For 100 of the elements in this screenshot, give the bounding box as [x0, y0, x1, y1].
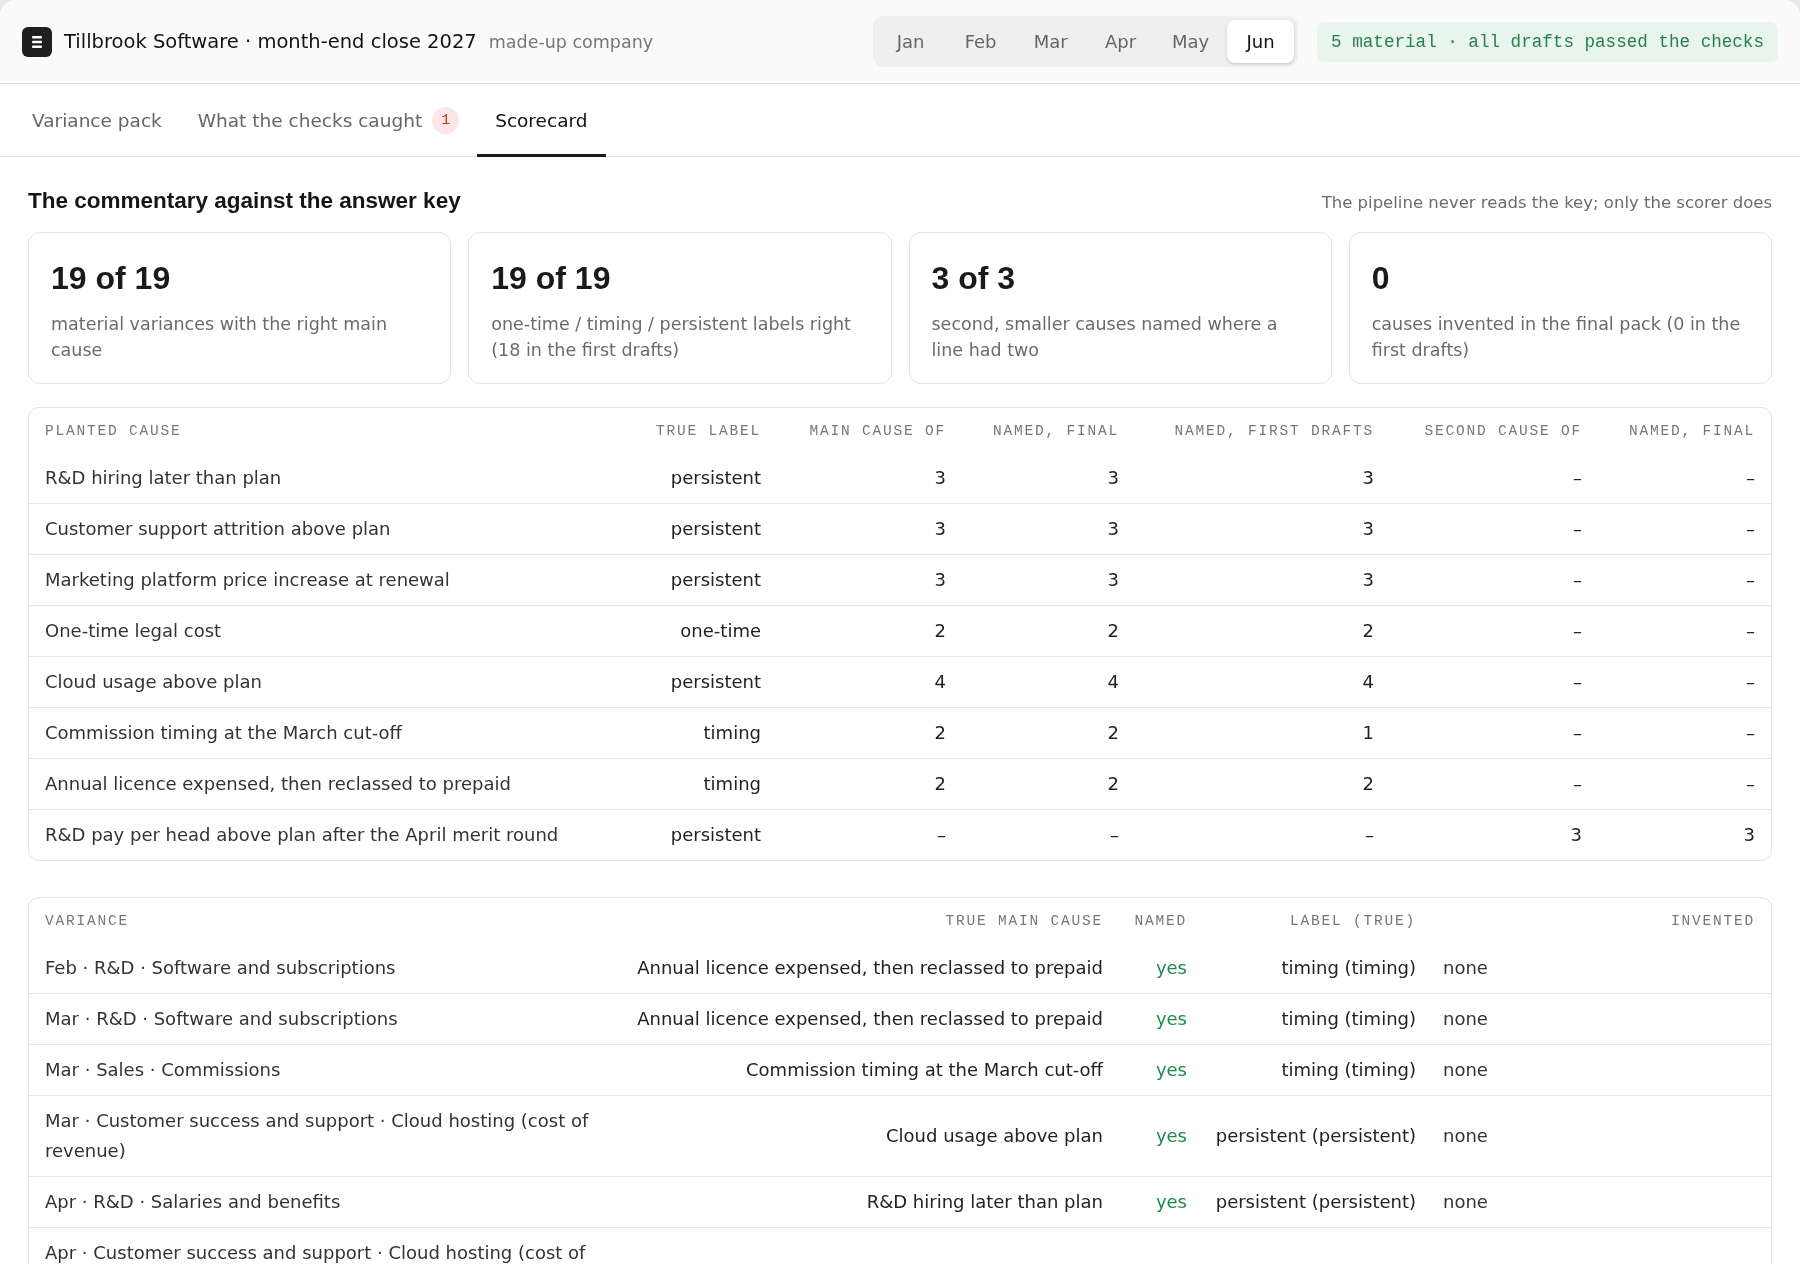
month-tab[interactable]: May: [1157, 20, 1225, 63]
column-header: NAMED: [1134, 912, 1187, 929]
table-cell-text: 2: [1107, 772, 1119, 796]
table-cell-text: 3: [1362, 517, 1374, 541]
table-cell-text: Cloud usage above plan: [45, 670, 263, 694]
table-cell-text: –: [1746, 772, 1755, 796]
table-cell-text: 4: [1107, 670, 1119, 694]
table-cell-text: 2: [934, 721, 946, 745]
tab[interactable]: What the checks caught 1: [179, 84, 478, 157]
score-caption: causes invented in the final pack (0 in the first drafts): [1371, 313, 1742, 362]
table-cell-text: 2: [934, 772, 946, 796]
column-header: NAMED, FINAL: [992, 422, 1119, 439]
score-value: 0: [1371, 259, 1391, 297]
score-value: 3 of 3: [931, 259, 1017, 297]
table-cell-text: Mar · Sales · Commissions: [45, 1058, 282, 1082]
table-cell-text: none: [1442, 1007, 1488, 1031]
table-cell-text: Customer support attrition above plan: [45, 517, 392, 541]
table-cell-text: 3: [1107, 517, 1119, 541]
table-cell-text: persistent: [670, 466, 761, 490]
section-note: The pipeline never reads the key; only the scorer does: [1321, 193, 1772, 212]
month-tab[interactable]: Jan: [877, 20, 945, 63]
table-cell-text: persistent (persistent): [1215, 1124, 1416, 1148]
table-cell-text: –: [1746, 568, 1755, 592]
score-value: 19 of 19: [491, 259, 612, 297]
table-cell-text: persistent: [670, 823, 761, 847]
tab[interactable]: Variance pack: [14, 84, 180, 157]
table-cell-text: timing: [703, 772, 761, 796]
score-value: 19 of 19: [51, 259, 172, 297]
table-cell-text: One-time legal cost: [45, 619, 223, 643]
table-cell-text: timing (timing): [1281, 1007, 1416, 1031]
table-cell-text: –: [1365, 823, 1374, 847]
score-caption: second, smaller causes named where a line had two: [931, 313, 1279, 362]
table-cell-text: 3: [1107, 568, 1119, 592]
table-cell-text: 3: [1107, 466, 1119, 490]
table-cell-text: timing (timing): [1281, 1058, 1416, 1082]
table-cell-text: none: [1442, 956, 1488, 980]
table-cell-text: –: [937, 823, 946, 847]
app-title: Tillbrook Software · month-end close 2027: [64, 30, 477, 53]
table-cell-text: persistent (persistent): [1215, 1190, 1416, 1214]
month-tab[interactable]: Feb: [947, 20, 1015, 63]
table-cell-text: Cloud usage above plan: [886, 1124, 1103, 1148]
score-caption: one-time / timing / persistent labels right (18 in the first drafts): [491, 313, 852, 362]
column-header: INVENTED: [1671, 912, 1755, 929]
table-cell-text: 2: [1107, 619, 1119, 643]
month-tab[interactable]: Jun: [1227, 20, 1295, 63]
table-cell-text: yes: [1155, 1058, 1187, 1082]
table-cell-text: –: [1746, 466, 1755, 490]
table-cell-text: yes: [1155, 1190, 1187, 1214]
table-cell-text: 3: [934, 517, 946, 541]
table-cell-text: Annual licence expensed, then reclassed to prepaid: [637, 1007, 1103, 1031]
table-cell-text: yes: [1155, 1124, 1187, 1148]
table-cell-text: R&D hiring later than plan: [866, 1190, 1103, 1214]
column-header: NAMED, FIRST DRAFTS: [1174, 422, 1374, 439]
table-cell-text: Marketing platform price increase at renewal: [45, 568, 451, 592]
table-cell-text: timing (timing): [1281, 956, 1416, 980]
table-cell-text: Annual licence expensed, then reclassed to prepaid: [637, 956, 1103, 980]
table-cell-text: persistent: [670, 670, 761, 694]
table-cell-text: 4: [1362, 670, 1374, 694]
table-cell-text: –: [1746, 721, 1755, 745]
table-cell-text: R&D pay per head above plan after the April merit round: [45, 823, 560, 847]
table-cell-text: 2: [1362, 619, 1374, 643]
table-cell-text: 4: [934, 670, 946, 694]
table-cell-text: –: [1573, 517, 1582, 541]
column-header: PLANTED CAUSE: [45, 422, 183, 439]
table-cell-text: –: [1573, 721, 1582, 745]
column-header: VARIANCE: [45, 912, 130, 929]
column-header: NAMED, FINAL: [1628, 422, 1755, 439]
table-cell-text: Feb · R&D · Software and subscriptions: [45, 956, 397, 980]
column-header: TRUE LABEL: [656, 422, 761, 439]
table-cell-text: –: [1573, 670, 1582, 694]
table-cell-text: 3: [934, 568, 946, 592]
table-cell-text: 1: [1362, 721, 1374, 745]
table-cell-text: 3: [1362, 466, 1374, 490]
table-cell-text: one-time: [680, 619, 761, 643]
section-title: The commentary against the answer key: [28, 187, 461, 215]
column-header: TRUE MAIN CAUSE: [945, 912, 1103, 929]
table-cell-text: R&D hiring later than plan: [45, 466, 283, 490]
table-cell-text: none: [1442, 1058, 1488, 1082]
column-header: LABEL (TRUE): [1289, 912, 1416, 929]
table-cell-text: timing: [703, 721, 761, 745]
tab[interactable]: Scorecard: [477, 84, 606, 157]
table-cell-text: –: [1573, 619, 1582, 643]
table-cell-text: Mar · Customer success and support · Cloud hosting (cost of revenue): [45, 1109, 590, 1163]
month-tab[interactable]: Apr: [1087, 20, 1155, 63]
status-badge: 5 material · all drafts passed the checks: [1317, 21, 1778, 62]
table-cell-text: –: [1110, 823, 1119, 847]
table-cell-text: 3: [1362, 568, 1374, 592]
column-header: MAIN CAUSE OF: [809, 422, 946, 439]
month-tab[interactable]: Mar: [1017, 20, 1085, 63]
table-cell-text: persistent: [670, 517, 761, 541]
table-cell-text: –: [1573, 772, 1582, 796]
table-cell-text: 3: [1570, 823, 1582, 847]
table-cell-text: Apr · R&D · Salaries and benefits: [45, 1190, 342, 1214]
column-header: SECOND CAUSE OF: [1424, 422, 1582, 439]
table-cell-text: –: [1573, 568, 1582, 592]
count-badge: 1: [432, 107, 460, 134]
table-cell-text: Commission timing at the March cut-off: [45, 721, 404, 745]
table-cell-text: –: [1746, 619, 1755, 643]
score-caption: material variances with the right main cause: [51, 313, 388, 362]
logo-icon: [22, 26, 52, 57]
